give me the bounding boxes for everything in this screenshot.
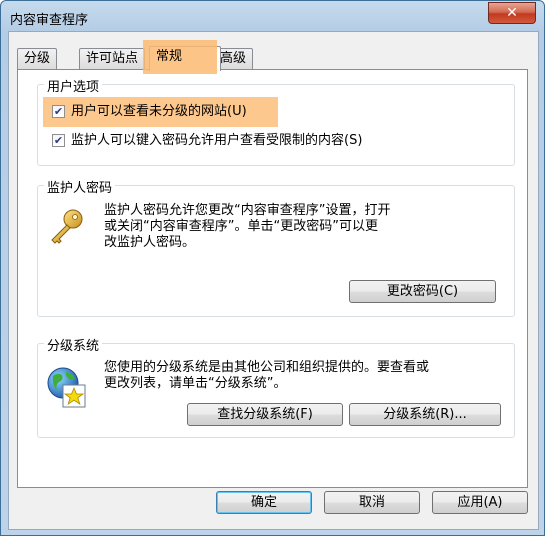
apply-button[interactable]: 应用(A) <box>432 491 528 514</box>
globe-certificate-icon <box>47 367 86 408</box>
tab-label: 常规 <box>156 49 183 64</box>
tab-ratings[interactable]: 分级 <box>17 48 58 69</box>
key-icon <box>51 209 83 244</box>
tab-general-highlight: 常规 <box>143 40 217 74</box>
cancel-button[interactable]: 取消 <box>324 491 420 514</box>
ok-button[interactable]: 确定 <box>216 491 312 514</box>
dialog-window: 内容审查程序 ✕ 分级 许可站点 高级 常规 用户选项 ✔ 用户可以查看未分级的… <box>0 0 545 536</box>
rating-systems-group: 分级系统 您使用的分级系统是由其他公司和组织提供的。要查看或 更改列表，请单击“… <box>37 335 515 438</box>
group-title: 分级系统 <box>44 335 103 354</box>
group-title: 监护人密码 <box>44 177 116 196</box>
tab-approved-sites[interactable]: 许可站点 <box>79 48 146 69</box>
find-rating-systems-button[interactable]: 查找分级系统(F) <box>187 403 343 426</box>
close-button[interactable]: ✕ <box>488 2 536 24</box>
supervisor-password-group: 监护人密码 监护人密码允许您更改“内容审查程序”设置，打开 或关闭“内容审查程序… <box>37 177 515 317</box>
rating-systems-button[interactable]: 分级系统(R)... <box>349 403 501 426</box>
tab-label: 许可站点 <box>86 51 139 66</box>
user-options-group: 用户选项 ✔ 用户可以查看未分级的网站(U) ✔ 监护人可以键入密码允许用户查看… <box>37 76 515 166</box>
dialog-client-area: 分级 许可站点 高级 常规 用户选项 ✔ 用户可以查看未分级的网站(U) ✔ 监… <box>8 31 539 530</box>
tab-panel-general: 用户选项 ✔ 用户可以查看未分级的网站(U) ✔ 监护人可以键入密码允许用户查看… <box>17 69 528 488</box>
window-title: 内容审查程序 <box>10 13 89 28</box>
change-password-button[interactable]: 更改密码(C) <box>349 280 496 303</box>
group-title: 用户选项 <box>44 76 103 95</box>
supervisor-description-line2: 或关闭“内容审查程序”。单击“更改密码”可以更 <box>104 219 378 234</box>
rating-systems-description-line2: 更改列表，请单击“分级系统”。 <box>104 376 287 391</box>
supervisor-override-checkbox[interactable]: ✔ <box>52 134 65 147</box>
title-bar[interactable]: 内容审查程序 ✕ <box>1 1 544 31</box>
rating-systems-description-line1: 您使用的分级系统是由其他公司和组织提供的。要查看或 <box>104 360 430 375</box>
supervisor-description-line3: 改监护人密码。 <box>104 235 196 250</box>
supervisor-description-line1: 监护人密码允许您更改“内容审查程序”设置，打开 <box>104 203 391 218</box>
tab-label: 高级 <box>220 51 247 66</box>
tab-label: 分级 <box>24 51 51 66</box>
close-icon: ✕ <box>506 5 518 21</box>
supervisor-override-label: 监护人可以键入密码允许用户查看受限制的内容(S) <box>71 133 363 148</box>
allow-unrated-label: 用户可以查看未分级的网站(U) <box>71 104 247 119</box>
allow-unrated-checkbox[interactable]: ✔ <box>52 105 65 118</box>
